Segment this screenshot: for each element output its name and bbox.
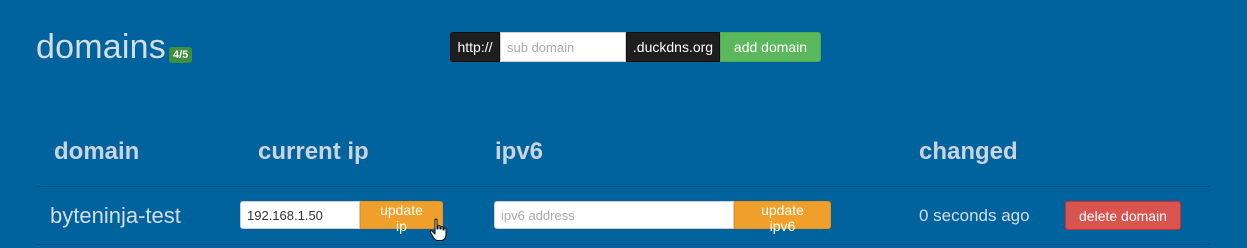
- url-prefix-addon: http://: [450, 32, 500, 62]
- domain-count-badge: 4/5: [169, 47, 193, 63]
- column-header-domain: domain: [54, 138, 140, 165]
- add-domain-form: http:// .duckdns.org add domain: [450, 32, 821, 62]
- update-ipv6-button[interactable]: update ipv6: [734, 201, 831, 234]
- subdomain-input[interactable]: [500, 32, 626, 62]
- url-suffix-addon: .duckdns.org: [626, 32, 720, 62]
- domain-name: byteninja-test: [50, 203, 181, 228]
- current-ip-input[interactable]: [240, 201, 360, 229]
- table-header-divider: [36, 186, 1210, 187]
- ipv6-group: update ipv6: [494, 201, 831, 234]
- ipv6-address-input[interactable]: [494, 201, 734, 229]
- delete-domain-button[interactable]: delete domain: [1065, 201, 1181, 230]
- table-row-divider: [36, 244, 1210, 245]
- page-title: domains: [36, 28, 166, 66]
- column-header-ipv6: ipv6: [495, 138, 544, 165]
- changed-timestamp: 0 seconds ago: [919, 206, 1030, 225]
- column-header-current-ip: current ip: [258, 138, 369, 165]
- hand-pointer-cursor-icon: [429, 218, 447, 242]
- add-domain-button[interactable]: add domain: [720, 32, 821, 62]
- current-ip-group: update ip: [240, 201, 443, 234]
- column-header-changed: changed: [919, 138, 1018, 165]
